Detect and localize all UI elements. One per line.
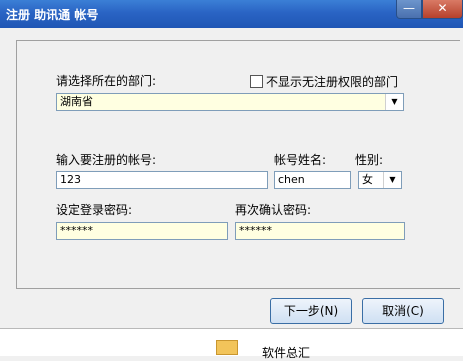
department-label: 请选择所在的部门: [56, 74, 157, 88]
gender-label: 性别: [355, 153, 384, 167]
password-value: ****** [60, 224, 93, 237]
hide-unauthorized-checkbox[interactable] [250, 75, 263, 88]
account-name-value: chen [278, 173, 305, 186]
confirm-password-value: ****** [239, 224, 272, 237]
hide-unauthorized-label: 不显示无注册权限的部门 [266, 75, 399, 89]
password-input[interactable]: ****** [56, 222, 228, 240]
next-button[interactable]: 下一步(N) [270, 298, 352, 324]
gender-dropdown-arrow-icon[interactable]: ▼ [383, 172, 401, 188]
confirm-password-input[interactable]: ****** [235, 222, 405, 240]
confirm-password-label: 再次确认密码: [235, 203, 312, 217]
background-folder-label: 软件总汇 [262, 346, 311, 360]
account-input[interactable]: 123 [56, 171, 268, 189]
dropdown-arrow-icon[interactable]: ▼ [385, 94, 403, 110]
account-input-value: 123 [60, 173, 81, 186]
account-name-label: 帐号姓名: [274, 153, 327, 167]
account-name-input[interactable]: chen [274, 171, 351, 189]
title-bar: 注册 助讯通 帐号 — ✕ [0, 0, 463, 28]
account-label: 输入要注册的帐号: [56, 153, 157, 167]
cancel-button[interactable]: 取消(C) [362, 298, 444, 324]
close-button[interactable]: ✕ [422, 0, 463, 19]
gender-dropdown[interactable]: 女 ▼ [358, 171, 402, 189]
gender-value: 女 [362, 173, 373, 186]
password-label: 设定登录密码: [56, 203, 133, 217]
department-dropdown[interactable]: 湖南省 ▼ [56, 93, 404, 111]
minimize-button[interactable]: — [396, 0, 422, 19]
folder-icon [216, 340, 238, 355]
department-value: 湖南省 [60, 95, 93, 108]
window-title: 注册 助讯通 帐号 [6, 8, 99, 22]
